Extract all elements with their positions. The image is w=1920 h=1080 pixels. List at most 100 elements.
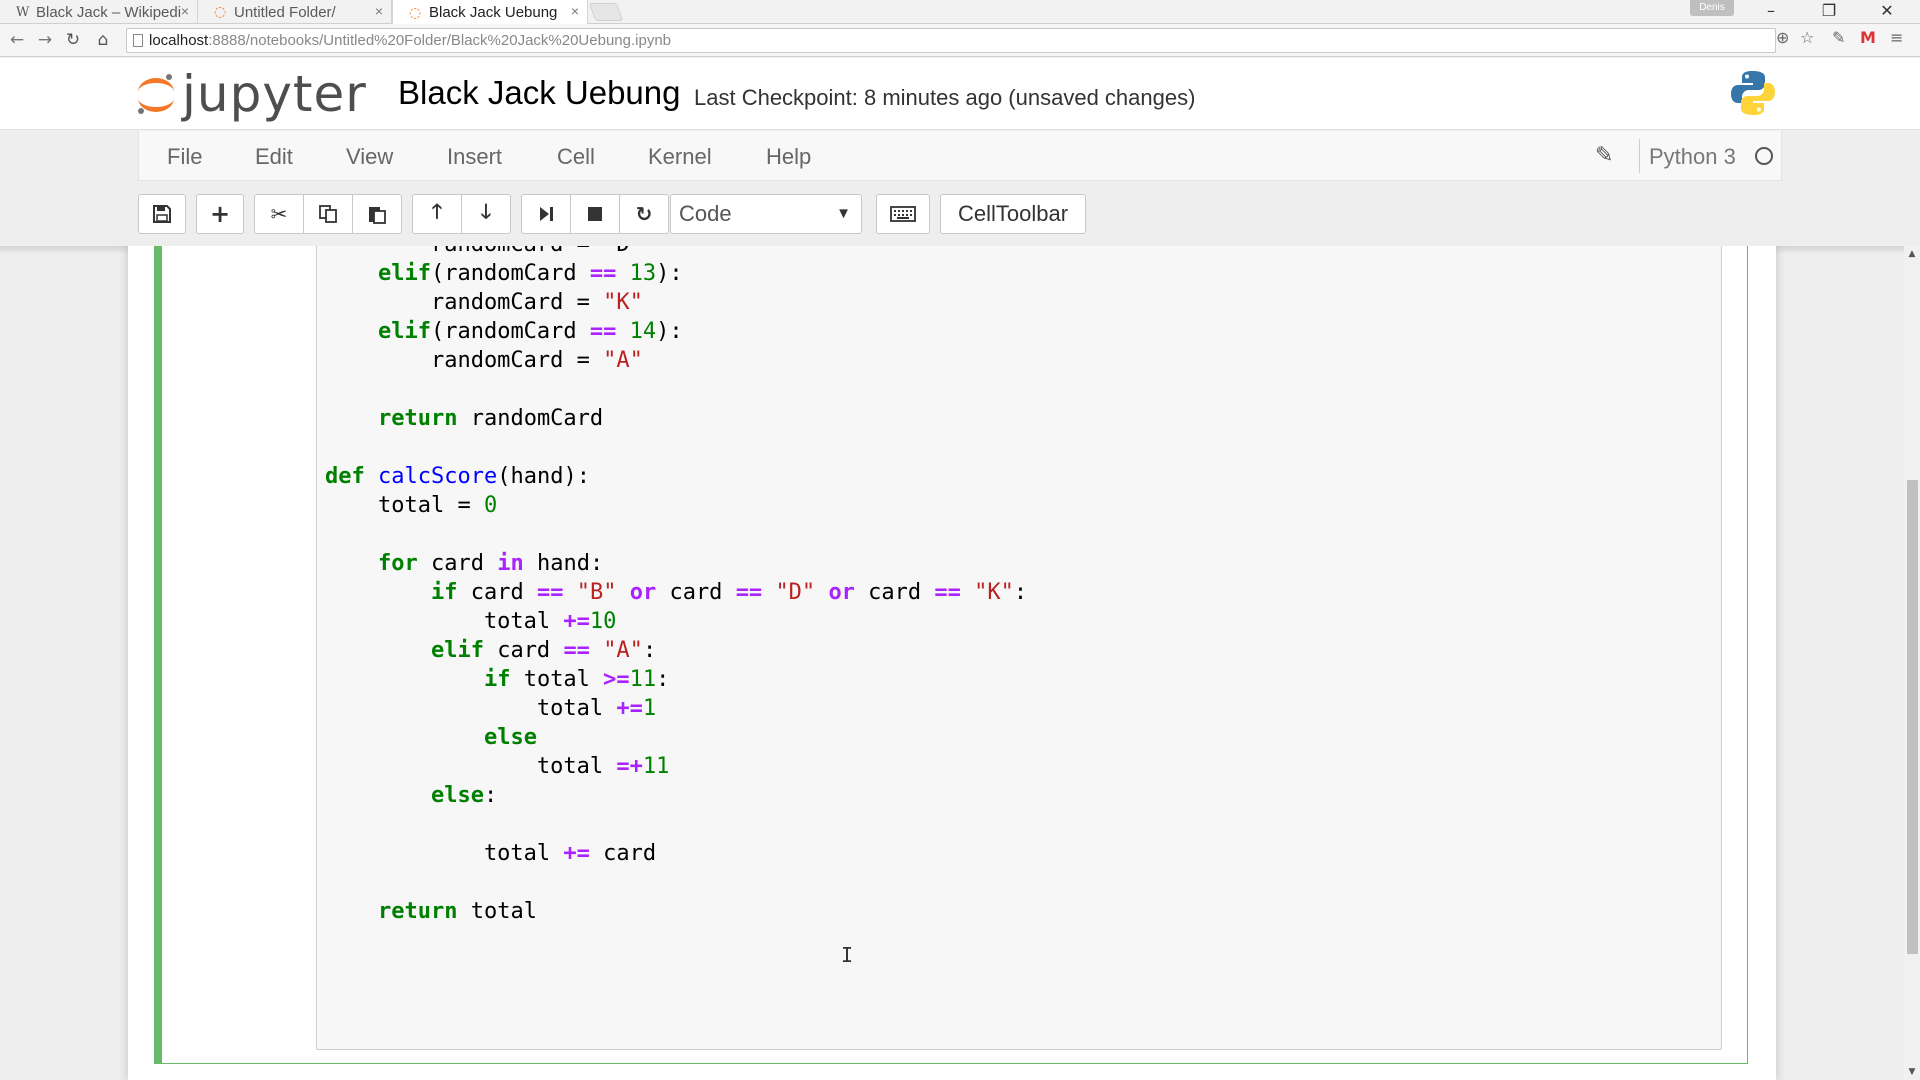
minimize-icon[interactable]: –	[1748, 0, 1794, 22]
jupyter-header: jupyter Black Jack Uebung Last Checkpoin…	[0, 58, 1920, 130]
reload-icon[interactable]: ↻	[62, 29, 84, 51]
menu-kernel[interactable]: Kernel	[648, 144, 712, 170]
insert-cell-button[interactable]: +	[196, 194, 244, 234]
code-token: 13	[629, 261, 657, 286]
code-line[interactable]: randomCard = "D"	[325, 246, 1027, 259]
code-line[interactable]	[325, 868, 1027, 897]
page-scrollbar[interactable]: ▲ ▼	[1904, 246, 1920, 1080]
jupyter-icon: ◌	[214, 4, 227, 20]
code-line[interactable]: elif(randomCard == 13):	[325, 259, 1027, 288]
code-line[interactable]: else:	[325, 781, 1027, 810]
browser-tab-untitled-folder[interactable]: ◌ Untitled Folder/ ×	[198, 0, 392, 24]
bookmark-star-icon[interactable]: ☆	[1800, 28, 1814, 47]
zoom-icon[interactable]: ⊕	[1776, 28, 1789, 47]
close-tab-icon[interactable]: ×	[571, 3, 579, 19]
code-token: card	[417, 551, 498, 576]
code-line[interactable]: for card in hand:	[325, 549, 1027, 578]
menu-edit[interactable]: Edit	[255, 144, 293, 170]
address-bar[interactable]: localhost:8888/notebooks/Untitled%20Fold…	[126, 28, 1776, 53]
home-icon[interactable]: ⌂	[92, 29, 114, 51]
restore-icon[interactable]: ❐	[1806, 0, 1852, 22]
notebook-title[interactable]: Black Jack Uebung	[398, 74, 680, 112]
code-line[interactable]: if card == "B" or card == "D" or card ==…	[325, 578, 1027, 607]
profile-badge[interactable]: Denis	[1690, 0, 1734, 16]
menu-cell[interactable]: Cell	[557, 144, 595, 170]
close-tab-icon[interactable]: ×	[375, 3, 383, 19]
code-line[interactable]: if total >=11:	[325, 665, 1027, 694]
menu-help[interactable]: Help	[766, 144, 811, 170]
kernel-idle-indicator-icon	[1755, 147, 1773, 165]
copy-button[interactable]	[303, 194, 353, 234]
scroll-down-arrow-icon[interactable]: ▼	[1904, 1064, 1920, 1080]
code-line[interactable]: randomCard = "K"	[325, 288, 1027, 317]
scroll-up-arrow-icon[interactable]: ▲	[1904, 246, 1920, 262]
code-token: total	[457, 899, 537, 924]
url-path: :8888/notebooks/Untitled%20Folder/Black%…	[208, 32, 671, 49]
code-line[interactable]: total +=10	[325, 607, 1027, 636]
code-content[interactable]: randomCard = "D" elif(randomCard == 13):…	[325, 246, 1027, 926]
new-tab-button[interactable]	[588, 3, 624, 21]
code-line[interactable]: elif card == "A":	[325, 636, 1027, 665]
code-line[interactable]	[325, 520, 1027, 549]
chrome-menu-icon[interactable]: ≡	[1890, 28, 1903, 47]
command-palette-button[interactable]	[876, 194, 930, 234]
jupyter-logo[interactable]: jupyter	[136, 64, 367, 124]
menubar: File Edit View Insert Cell Kernel Help ✎…	[138, 131, 1782, 181]
stop-icon	[588, 207, 602, 221]
menu-view[interactable]: View	[346, 144, 393, 170]
cell-type-select[interactable]: Code ▼	[670, 194, 862, 234]
jupyter-icon: ◌	[409, 4, 422, 21]
extension-icon[interactable]: ✎	[1832, 28, 1845, 47]
code-line[interactable]: return randomCard	[325, 404, 1027, 433]
step-forward-icon	[540, 207, 553, 221]
back-arrow-icon[interactable]: ←	[6, 29, 28, 51]
code-line[interactable]: return total	[325, 897, 1027, 926]
close-window-icon[interactable]: ✕	[1864, 0, 1910, 22]
close-tab-icon[interactable]: ×	[181, 3, 189, 19]
move-cell-down-button[interactable]: 🡓	[461, 194, 511, 234]
code-token: total	[325, 754, 617, 779]
code-editor[interactable]: randomCard = "D" elif(randomCard == 13):…	[316, 246, 1722, 1050]
code-line[interactable]: total = 0	[325, 491, 1027, 520]
code-line[interactable]: else	[325, 723, 1027, 752]
caret-down-icon: ▼	[836, 205, 851, 222]
code-line[interactable]: randomCard = "A"	[325, 346, 1027, 375]
paste-button[interactable]	[352, 194, 402, 234]
code-cell-selected[interactable]: randomCard = "D" elif(randomCard == 13):…	[154, 246, 1748, 1064]
code-token: "A"	[603, 348, 643, 373]
code-token: total	[325, 841, 564, 866]
menu-file[interactable]: File	[167, 144, 202, 170]
code-line[interactable]: def calcScore(hand):	[325, 462, 1027, 491]
code-line[interactable]	[325, 433, 1027, 462]
scrollbar-thumb[interactable]	[1907, 480, 1918, 954]
kernel-separator	[1639, 139, 1640, 173]
menu-insert[interactable]: Insert	[447, 144, 502, 170]
save-button[interactable]	[138, 194, 186, 234]
code-token: :	[1013, 580, 1028, 605]
cut-button[interactable]: ✂	[254, 194, 304, 234]
code-line[interactable]: elif(randomCard == 14):	[325, 317, 1027, 346]
browser-tab-black-jack-uebung[interactable]: ◌ Black Jack Uebung ×	[392, 0, 588, 25]
code-line[interactable]: total += card	[325, 839, 1027, 868]
move-cell-up-button[interactable]: 🡑	[412, 194, 462, 234]
code-line[interactable]	[325, 810, 1027, 839]
code-line[interactable]: total =+11	[325, 752, 1027, 781]
interrupt-kernel-button[interactable]	[570, 194, 620, 234]
forward-arrow-icon[interactable]: →	[34, 29, 56, 51]
gmail-icon[interactable]: M	[1860, 28, 1876, 47]
run-cell-button[interactable]	[521, 194, 571, 234]
code-token: in	[497, 551, 524, 576]
code-token: total	[325, 696, 617, 721]
code-line[interactable]	[325, 375, 1027, 404]
browser-tab-wikipedia[interactable]: W Black Jack – Wikipedi ×	[0, 0, 198, 24]
restart-kernel-button[interactable]: ↻	[619, 194, 669, 234]
celltoolbar-button[interactable]: CellToolbar	[940, 194, 1086, 234]
code-line[interactable]: total +=1	[325, 694, 1027, 723]
